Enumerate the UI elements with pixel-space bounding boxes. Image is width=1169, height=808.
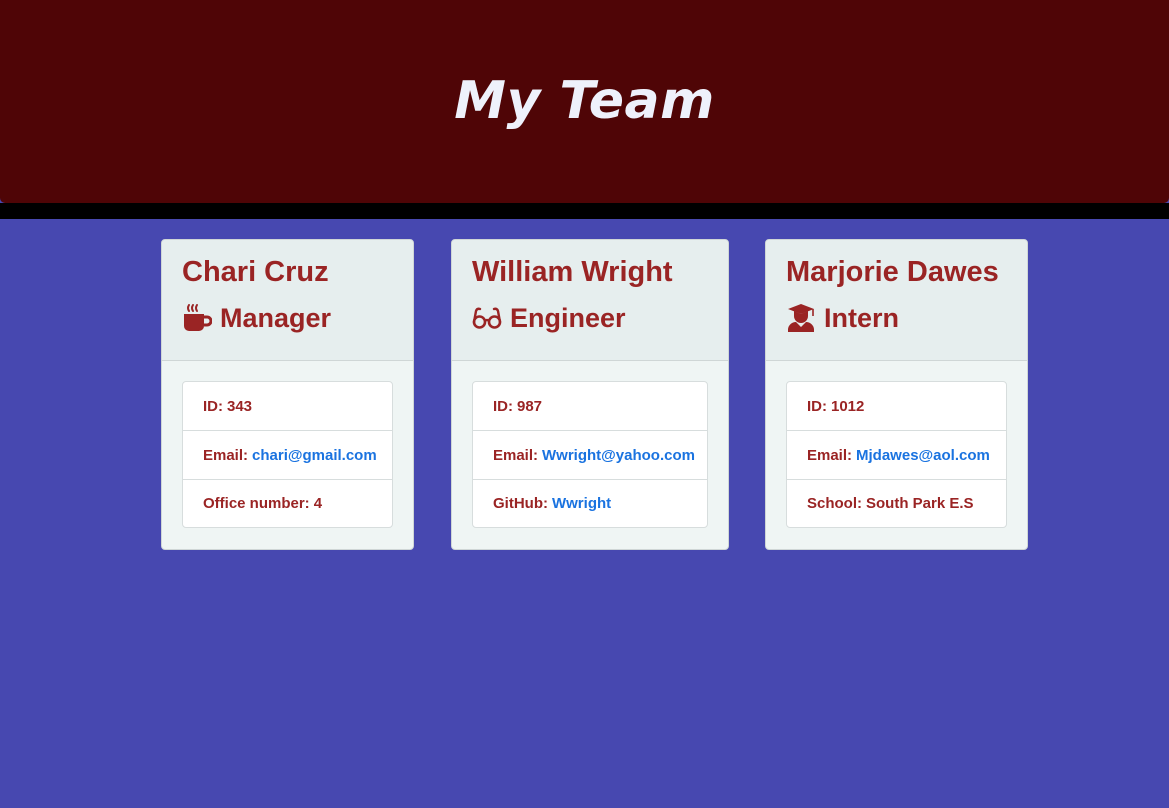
email-link[interactable]: chari@gmail.com <box>252 447 377 464</box>
employee-card-engineer: William Wright Engineer ID: 987 Email: W… <box>451 239 729 550</box>
office-number-label: Office number: <box>203 495 310 512</box>
school-label: School: <box>807 495 862 512</box>
list-item-id: ID: 1012 <box>787 382 1006 431</box>
card-header: William Wright Engineer <box>452 240 728 361</box>
role-label: Engineer <box>510 303 626 333</box>
email-link[interactable]: Wwright@yahoo.com <box>542 447 695 464</box>
email-label: Email: <box>807 446 853 464</box>
id-label: ID: <box>493 397 513 415</box>
employee-name: Chari Cruz <box>182 256 329 288</box>
info-list: ID: 987 Email: Wwright@yahoo.com GitHub:… <box>472 381 708 528</box>
email-link[interactable]: Mjdawes@aol.com <box>856 447 990 464</box>
glasses-icon <box>472 303 502 333</box>
header-divider <box>0 203 1169 219</box>
employee-role: Manager <box>182 302 413 334</box>
role-label: Manager <box>220 303 332 333</box>
coffee-mug-icon <box>182 303 212 333</box>
list-item-id: ID: 987 <box>473 382 707 431</box>
graduate-icon <box>786 303 816 333</box>
list-item-school: School: South Park E.S <box>787 480 1006 527</box>
role-label: Intern <box>824 303 900 333</box>
id-value: 987 <box>517 397 543 415</box>
email-label: Email: <box>203 446 249 464</box>
info-list: ID: 343 Email: chari@gmail.com Office nu… <box>182 381 393 528</box>
employee-role: Engineer <box>472 302 728 334</box>
list-item-email: Email: chari@gmail.com <box>183 431 392 480</box>
id-value: 1012 <box>831 397 865 415</box>
card-header: Marjorie Dawes Intern <box>766 240 1027 361</box>
id-value: 343 <box>227 397 253 415</box>
email-label: Email: <box>493 446 539 464</box>
list-item-office-number: Office number: 4 <box>183 480 392 527</box>
id-label: ID: <box>807 397 827 415</box>
employee-card-manager: Chari Cruz Manager ID: 343 Email: chari@… <box>161 239 414 550</box>
employee-name: Marjorie Dawes <box>786 256 999 288</box>
employee-card-intern: Marjorie Dawes Intern ID: 1012 Email: Mj… <box>765 239 1028 550</box>
id-label: ID: <box>203 397 223 415</box>
list-item-id: ID: 343 <box>183 382 392 431</box>
list-item-email: Email: Mjdawes@aol.com <box>787 431 1006 480</box>
school-value: South Park E.S <box>866 495 974 512</box>
employee-name: William Wright <box>472 256 673 288</box>
office-number-value: 4 <box>313 495 323 512</box>
list-item-email: Email: Wwright@yahoo.com <box>473 431 707 480</box>
info-list: ID: 1012 Email: Mjdawes@aol.com School: … <box>786 381 1007 528</box>
github-link[interactable]: Wwright <box>552 495 611 512</box>
page-title: My Team <box>454 71 715 131</box>
employee-role: Intern <box>786 302 1027 334</box>
page-header: My Team <box>0 0 1169 203</box>
list-item-github: GitHub: Wwright <box>473 480 707 527</box>
github-label: GitHub: <box>493 495 548 512</box>
card-header: Chari Cruz Manager <box>162 240 413 361</box>
